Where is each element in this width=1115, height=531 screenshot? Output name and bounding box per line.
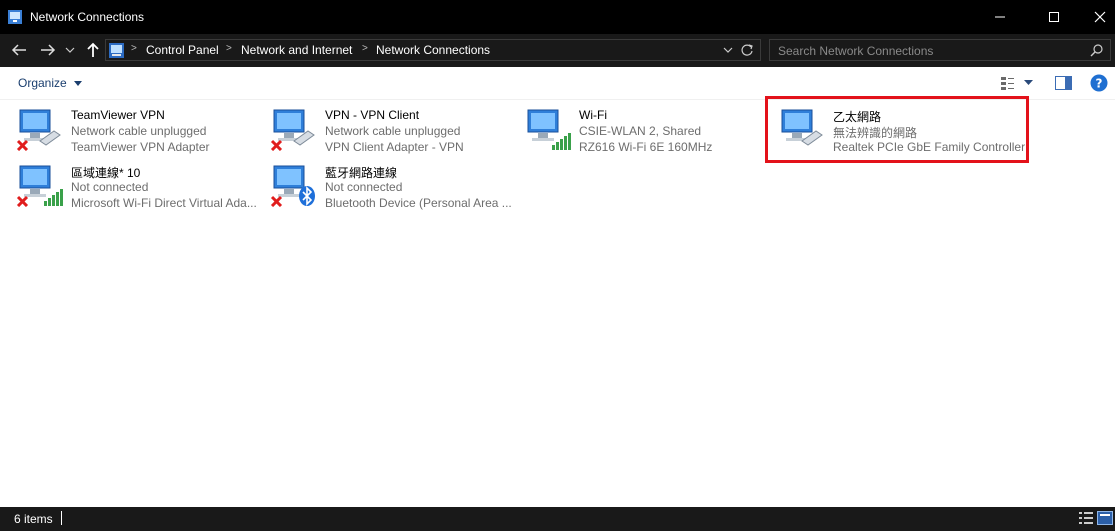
- connection-device: TeamViewer VPN Adapter: [71, 140, 210, 154]
- recent-locations-button[interactable]: [63, 40, 77, 60]
- connection-device: RZ616 Wi-Fi 6E 160MHz: [579, 140, 713, 154]
- window-title: Network Connections: [30, 10, 145, 24]
- network-adapter-icon: [16, 109, 61, 151]
- breadcrumb-separator: >: [131, 43, 137, 54]
- chevron-down-icon[interactable]: [723, 46, 733, 54]
- bluetooth-icon: [299, 186, 315, 206]
- back-button[interactable]: [8, 40, 30, 60]
- maximize-icon: [1049, 12, 1059, 22]
- address-bar-row: > Control Panel > Network and Internet >…: [0, 34, 1115, 67]
- address-box[interactable]: > Control Panel > Network and Internet >…: [105, 39, 761, 61]
- network-adapter-icon: [270, 109, 315, 151]
- network-adapter-icon: [527, 109, 571, 150]
- error-x-icon: [16, 195, 29, 207]
- connection-name: Wi-Fi: [579, 108, 607, 122]
- organize-label: Organize: [18, 76, 67, 90]
- connection-teamviewer-vpn[interactable]: TeamViewer VPN Network cable unplugged T…: [0, 101, 252, 155]
- connection-vpn-client[interactable]: VPN - VPN Client Network cable unplugged…: [254, 101, 506, 155]
- status-bar: 6 items: [0, 507, 1115, 531]
- details-view-icon[interactable]: [1078, 511, 1094, 525]
- connection-device: Bluetooth Device (Personal Area ...: [325, 196, 512, 210]
- up-button[interactable]: [82, 40, 104, 60]
- caret-down-icon: [74, 81, 83, 86]
- highlight-box: [765, 96, 1029, 163]
- connection-name: TeamViewer VPN: [71, 108, 165, 122]
- search-box[interactable]: [769, 39, 1111, 62]
- error-x-icon: [270, 139, 283, 151]
- connection-status: Network cable unplugged: [325, 124, 461, 138]
- item-count: 6 items: [14, 512, 53, 526]
- preview-pane-icon[interactable]: [1055, 76, 1072, 90]
- network-adapter-icon: [16, 165, 63, 207]
- network-connections-icon: [8, 10, 22, 24]
- status-divider: [61, 511, 62, 525]
- connection-name: VPN - VPN Client: [325, 108, 420, 122]
- arrow-up-icon: [87, 42, 99, 57]
- wifi-signal-icon: [552, 133, 571, 150]
- help-icon[interactable]: ?: [1090, 74, 1108, 92]
- connection-status: CSIE-WLAN 2, Shared: [579, 124, 702, 138]
- large-icons-view-icon[interactable]: [1097, 511, 1113, 525]
- error-x-icon: [270, 195, 283, 207]
- connection-wifi[interactable]: Wi-Fi CSIE-WLAN 2, Shared RZ616 Wi-Fi 6E…: [508, 101, 760, 155]
- connection-device: VPN Client Adapter - VPN: [325, 140, 464, 154]
- connection-status: Not connected: [71, 180, 149, 194]
- breadcrumb-control-panel[interactable]: Control Panel: [146, 43, 219, 57]
- more-options-caret-icon[interactable]: [1024, 80, 1033, 86]
- chevron-down-icon: [65, 47, 75, 53]
- arrow-left-icon: [11, 44, 26, 56]
- wifi-signal-icon: [44, 189, 63, 206]
- arrow-right-icon: [41, 44, 56, 56]
- organize-button[interactable]: Organize: [18, 76, 83, 90]
- connection-name: 藍牙網路連線: [325, 166, 398, 180]
- change-view-icon[interactable]: [1000, 75, 1016, 91]
- error-x-icon: [16, 139, 29, 151]
- breadcrumb-separator: >: [362, 43, 368, 54]
- minimize-icon: [995, 16, 1005, 18]
- search-input[interactable]: [770, 40, 1080, 62]
- forward-button[interactable]: [37, 40, 59, 60]
- svg-text:?: ?: [1096, 77, 1103, 91]
- close-icon: [1094, 11, 1106, 23]
- connection-local-area-10[interactable]: 區域連線* 10 Not connected Microsoft Wi-Fi D…: [0, 157, 257, 211]
- minimize-button[interactable]: [977, 0, 1023, 34]
- control-panel-icon: [109, 43, 124, 58]
- connection-bluetooth[interactable]: 藍牙網路連線 Not connected Bluetooth Device (P…: [254, 157, 512, 211]
- refresh-icon[interactable]: [740, 43, 754, 57]
- breadcrumb-network-and-internet[interactable]: Network and Internet: [241, 43, 352, 57]
- network-adapter-icon: [270, 165, 315, 207]
- close-button[interactable]: [1077, 0, 1115, 34]
- maximize-button[interactable]: [1031, 0, 1077, 34]
- connection-name: 區域連線* 10: [71, 166, 141, 180]
- search-icon[interactable]: [1090, 44, 1103, 57]
- connection-status: Not connected: [325, 180, 403, 194]
- connection-device: Microsoft Wi-Fi Direct Virtual Ada...: [71, 196, 257, 210]
- connection-status: Network cable unplugged: [71, 124, 207, 138]
- breadcrumb-separator: >: [226, 43, 232, 54]
- title-bar: Network Connections: [0, 0, 1115, 34]
- breadcrumb-network-connections[interactable]: Network Connections: [376, 43, 490, 57]
